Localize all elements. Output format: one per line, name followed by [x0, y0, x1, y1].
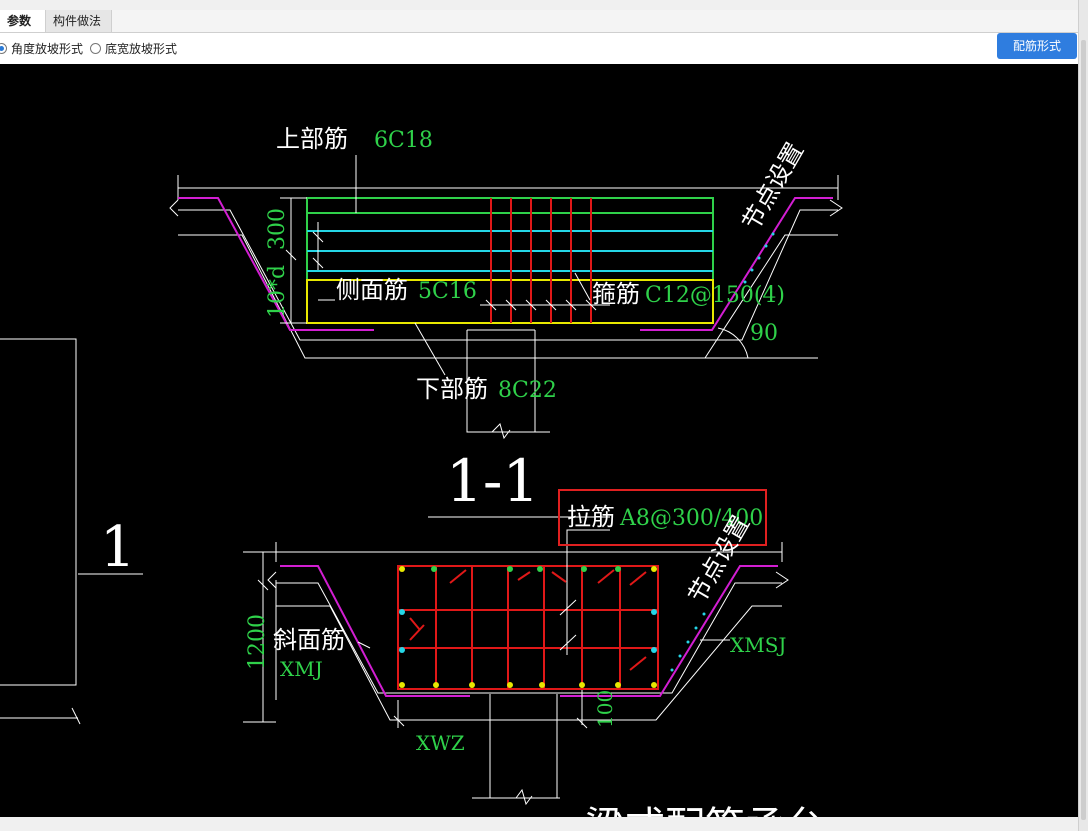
- xwz-label: XWZ: [416, 731, 465, 755]
- angle-value: 90: [750, 321, 778, 346]
- option-bar: 角度放坡形式 底宽放坡形式 配筋形式: [0, 33, 1078, 64]
- tab-bar: 参数图 构件做法: [0, 10, 1088, 50]
- bottom-bar-value: 8C22: [498, 378, 557, 403]
- side-bar-value: 5C16: [418, 279, 477, 304]
- bottom-title: 梁式配筋承台: [585, 804, 825, 817]
- section-1-1: 上部筋 6C18 侧面筋 5C16 箍筋 C12@150(4) 下部筋 8C22…: [169, 125, 843, 518]
- radio-width-slope[interactable]: 底宽放坡形式: [90, 39, 177, 57]
- cad-drawing-canvas: 1 上部筋 6C18 侧面筋 5C16 箍筋 C12@150(4) 下部筋 8C…: [0, 125, 843, 817]
- bottom-status-bar: [0, 817, 1078, 831]
- side-bar-label: 侧面筋: [336, 276, 408, 304]
- radio-checked-icon: [0, 42, 7, 54]
- radio-unchecked-icon: [90, 42, 101, 54]
- tab-component-method[interactable]: 构件做法: [46, 10, 112, 32]
- tie-bar-label: 拉筋: [567, 503, 615, 531]
- bottom-bar-label: 下部筋: [416, 375, 488, 403]
- left-section-mark: 1: [100, 515, 136, 580]
- rebar-form-button[interactable]: 配筋形式: [997, 33, 1077, 59]
- dim-10d: 10*d: [265, 265, 290, 318]
- slope-bar-code: XMJ: [280, 657, 323, 681]
- node-setting-1[interactable]: 节点设置: [737, 138, 809, 235]
- dim-1200: 1200: [245, 614, 270, 670]
- left-elevation: 1: [0, 338, 143, 725]
- vertical-scrollbar[interactable]: [1078, 0, 1088, 831]
- radio-angle-slope-label: 角度放坡形式: [11, 41, 84, 56]
- scrollbar-thumb[interactable]: [1081, 40, 1086, 820]
- radio-angle-slope[interactable]: 角度放坡形式: [0, 39, 83, 57]
- top-bar-value: 6C18: [374, 128, 433, 153]
- radio-width-slope-label: 底宽放坡形式: [105, 41, 178, 56]
- tab-parameter-diagram[interactable]: 参数图: [0, 10, 46, 50]
- dim-100: 100: [593, 690, 617, 728]
- pile-cap-section: 拉筋 A8@300/400 斜面筋 XMJ 1200 100 XWZ XMSJ …: [243, 489, 825, 817]
- window-top-strip: [0, 0, 1088, 10]
- stirrup-value: C12@150(4): [645, 283, 785, 308]
- top-bar-label: 上部筋: [276, 125, 348, 153]
- stirrup-label: 箍筋: [592, 280, 640, 308]
- section-title: 1-1: [446, 447, 539, 515]
- xmsj-label: XMSJ: [730, 633, 786, 657]
- slope-bar-label: 斜面筋: [273, 626, 345, 654]
- dim-300: 300: [265, 208, 290, 250]
